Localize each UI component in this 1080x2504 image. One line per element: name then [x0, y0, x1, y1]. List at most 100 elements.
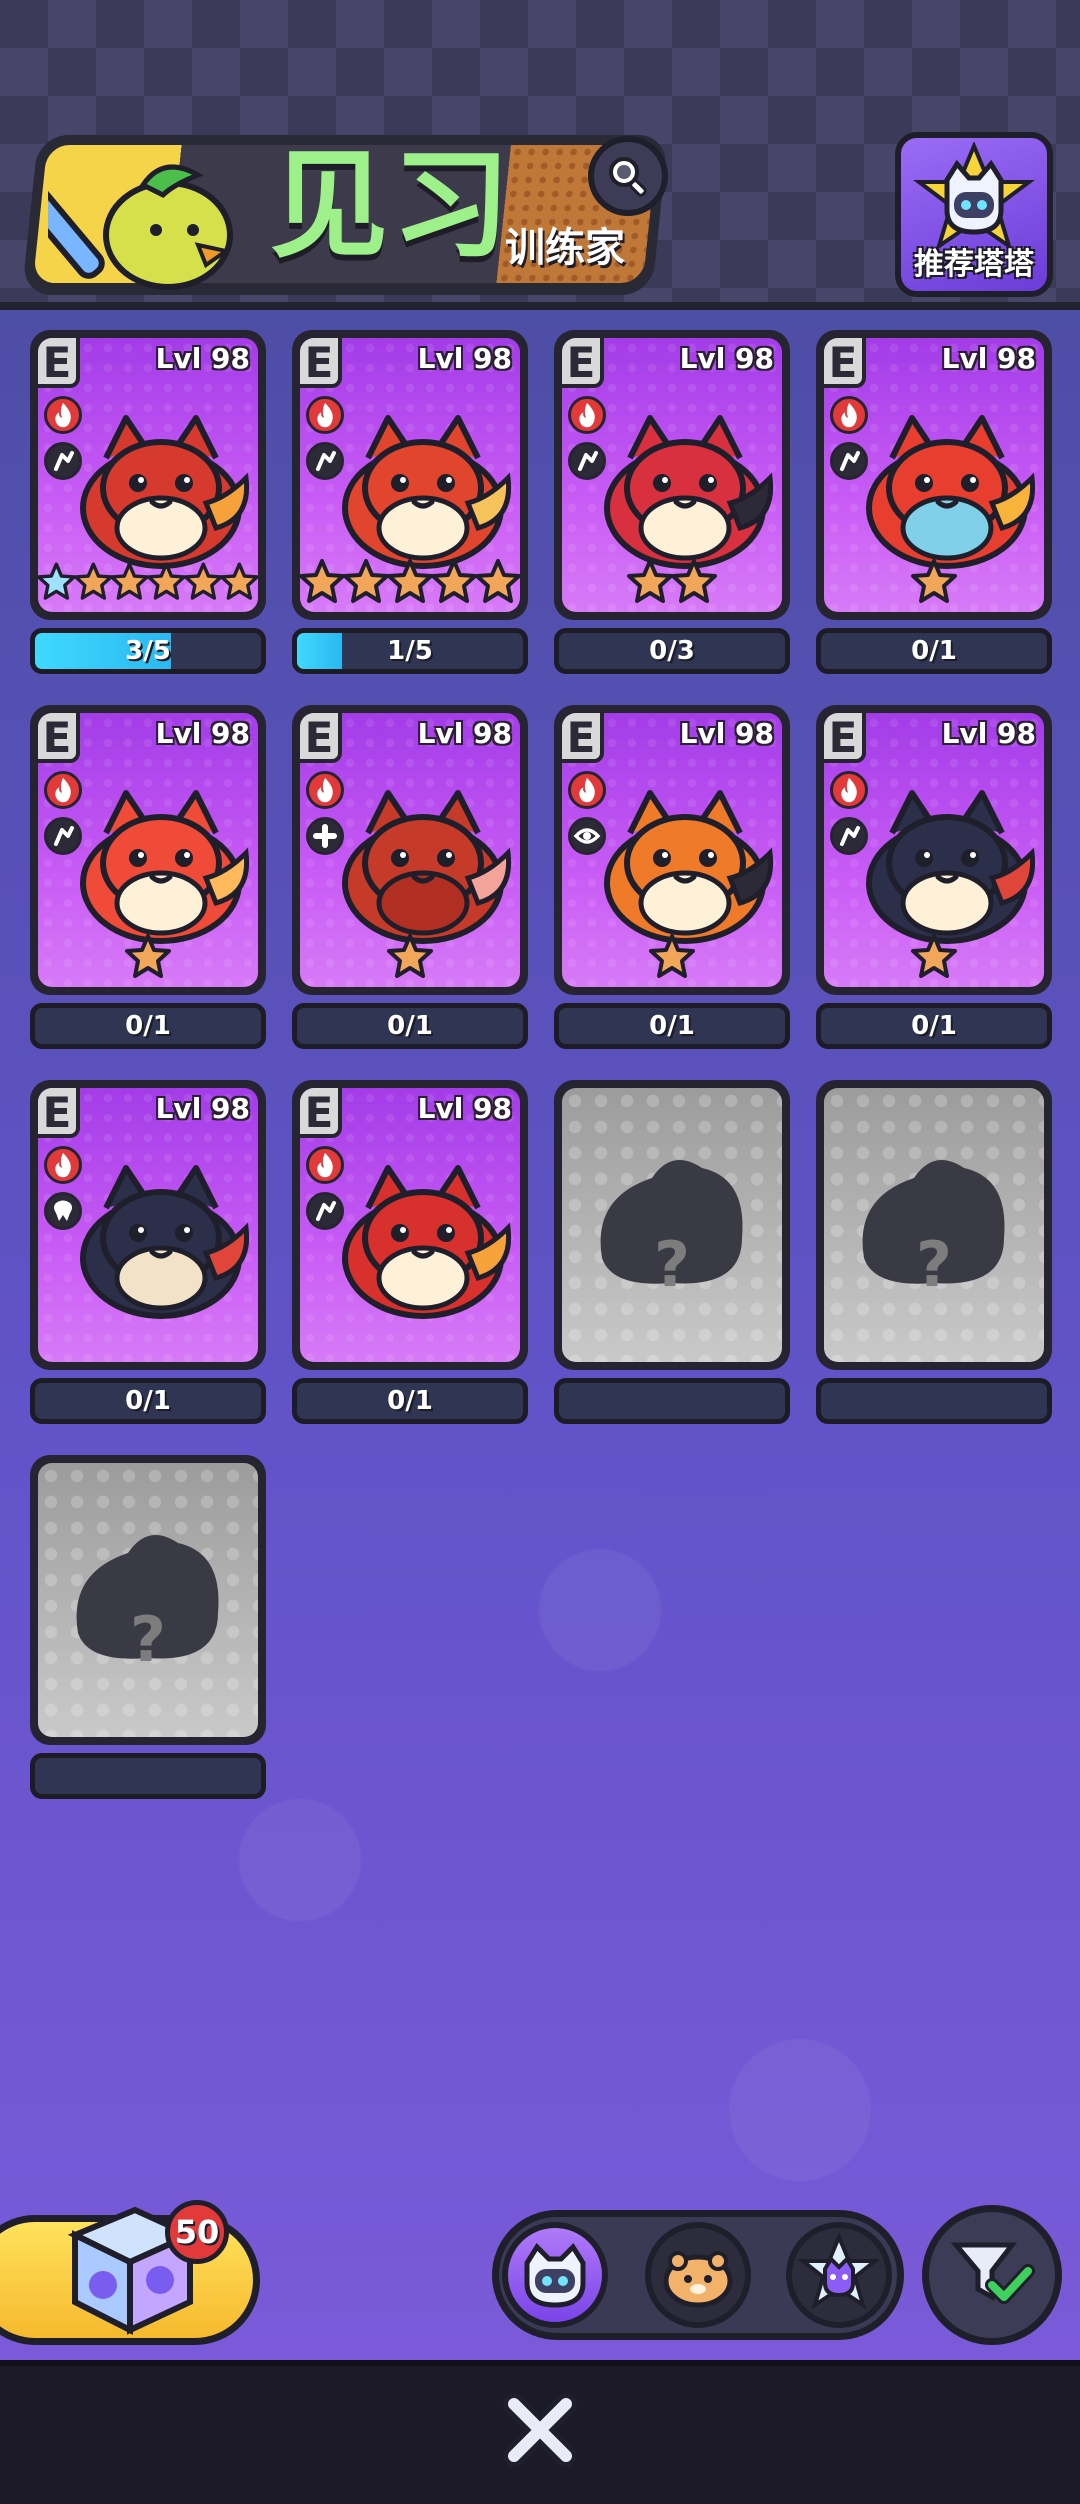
role-badge	[44, 442, 82, 480]
element-badge	[306, 396, 344, 434]
claw-icon	[840, 451, 860, 471]
shard-progress-bar: 0/1	[292, 1003, 528, 1049]
dark-cat-creature	[866, 790, 1036, 944]
claw-icon	[316, 451, 336, 471]
robot-cat-filter-icon	[524, 2243, 586, 2308]
hamster-filter-icon	[663, 2251, 733, 2308]
fire-icon	[317, 777, 333, 803]
shard-progress-bar: 0/1	[816, 1003, 1052, 1049]
filter-confirm-button[interactable]	[922, 2205, 1062, 2345]
shard-progress-bar: 0/1	[30, 1003, 266, 1049]
role-badge	[568, 817, 606, 855]
close-button[interactable]	[495, 2385, 585, 2475]
star-rating	[38, 1308, 258, 1360]
filter-robot-cat-button[interactable]	[502, 2222, 608, 2328]
star-icon	[649, 934, 695, 978]
level-label: Lvl 98	[417, 342, 512, 375]
role-badge	[568, 442, 606, 480]
rank-badge: E	[562, 713, 604, 763]
creature-card[interactable]: E Lvl 98	[816, 705, 1052, 995]
eye-icon	[573, 828, 601, 844]
role-badge	[830, 442, 868, 480]
role-badge	[44, 817, 82, 855]
rank-badge: E	[38, 1088, 80, 1138]
creature-card[interactable]: E Lvl 98	[30, 705, 266, 995]
progress-label: 0/1	[387, 1011, 433, 1041]
locked-card-art: ?	[824, 1088, 1044, 1362]
locked-card[interactable]: ?	[816, 1080, 1052, 1370]
rank-subtitle: 训练家	[505, 225, 625, 271]
filter-hamster-button[interactable]	[645, 2222, 751, 2328]
star-icon	[73, 562, 113, 600]
crystal-cat-filter-icon	[797, 2233, 881, 2310]
fire-icon	[841, 402, 857, 428]
progress-label: 0/3	[649, 636, 695, 666]
tiger-creature	[604, 790, 774, 944]
rank-badge: E	[300, 338, 342, 388]
locked-progress-bar	[816, 1378, 1052, 1424]
element-badge	[306, 771, 344, 809]
fire-fox-creature	[80, 790, 250, 944]
fire-icon	[55, 777, 71, 803]
creature-card[interactable]: E Lvl 98	[554, 705, 790, 995]
filter-check-icon	[950, 2242, 1035, 2304]
fire-icon	[579, 402, 595, 428]
card-art: E Lvl 98	[300, 338, 520, 612]
element-badge	[44, 1146, 82, 1184]
star-rating	[300, 558, 520, 610]
element-badge	[830, 396, 868, 434]
locked-card[interactable]: ?	[554, 1080, 790, 1370]
heal-icon	[313, 824, 337, 848]
creature-card[interactable]: E Lvl 98	[30, 330, 266, 620]
element-badge	[44, 396, 82, 434]
creature-card[interactable]: E Lvl 98	[554, 330, 790, 620]
filter-crystal-cat-button[interactable]	[786, 2222, 892, 2328]
card-art: E Lvl 98	[300, 1088, 520, 1362]
card-art: E Lvl 98	[824, 338, 1044, 612]
creature-card[interactable]: E Lvl 98	[292, 330, 528, 620]
unknown-mark: ?	[130, 1603, 166, 1676]
star-icon	[475, 559, 520, 603]
card-art: E Lvl 98	[38, 1088, 258, 1362]
star-rating	[824, 933, 1044, 985]
rank-badge: E	[38, 713, 80, 763]
locked-card[interactable]: ?	[30, 1455, 266, 1745]
chili-pig-creature	[342, 790, 512, 944]
creature-card[interactable]: E Lvl 98	[30, 1080, 266, 1370]
fire-icon	[55, 402, 71, 428]
progress-label: 0/1	[125, 1011, 171, 1041]
role-badge	[830, 817, 868, 855]
claw-icon	[840, 826, 860, 846]
level-label: Lvl 98	[155, 717, 250, 750]
level-label: Lvl 98	[155, 1092, 250, 1125]
shard-progress-bar: 0/3	[554, 628, 790, 674]
level-label: Lvl 98	[679, 717, 774, 750]
creature-card[interactable]: E Lvl 98	[292, 705, 528, 995]
recommend-tata-button[interactable]: 推荐塔塔	[895, 132, 1053, 297]
pear-mascot-icon	[48, 164, 233, 290]
level-label: Lvl 98	[679, 342, 774, 375]
creature-card[interactable]: E Lvl 98	[816, 330, 1052, 620]
locked-progress-bar	[30, 1753, 266, 1799]
element-badge	[568, 396, 606, 434]
star-icon	[627, 559, 673, 603]
star-icon	[431, 559, 477, 603]
creature-card[interactable]: E Lvl 98	[292, 1080, 528, 1370]
locked-card-art: ?	[562, 1088, 782, 1362]
card-art: E Lvl 98	[38, 338, 258, 612]
rank-badge: E	[824, 338, 866, 388]
fire-hamster-creature	[342, 415, 512, 569]
ladybug-creature	[604, 415, 774, 569]
claw-icon	[316, 1201, 336, 1221]
progress-label: 0/1	[649, 1011, 695, 1041]
locked-progress-bar	[554, 1378, 790, 1424]
card-art: E Lvl 98	[824, 713, 1044, 987]
star-icon	[146, 562, 186, 600]
star-rating	[300, 1308, 520, 1360]
search-icon	[609, 157, 647, 197]
star-rating	[300, 933, 520, 985]
claw-icon	[54, 451, 74, 471]
card-art: E Lvl 98	[562, 713, 782, 987]
rank-badge: E	[562, 338, 604, 388]
search-button[interactable]	[588, 136, 668, 216]
